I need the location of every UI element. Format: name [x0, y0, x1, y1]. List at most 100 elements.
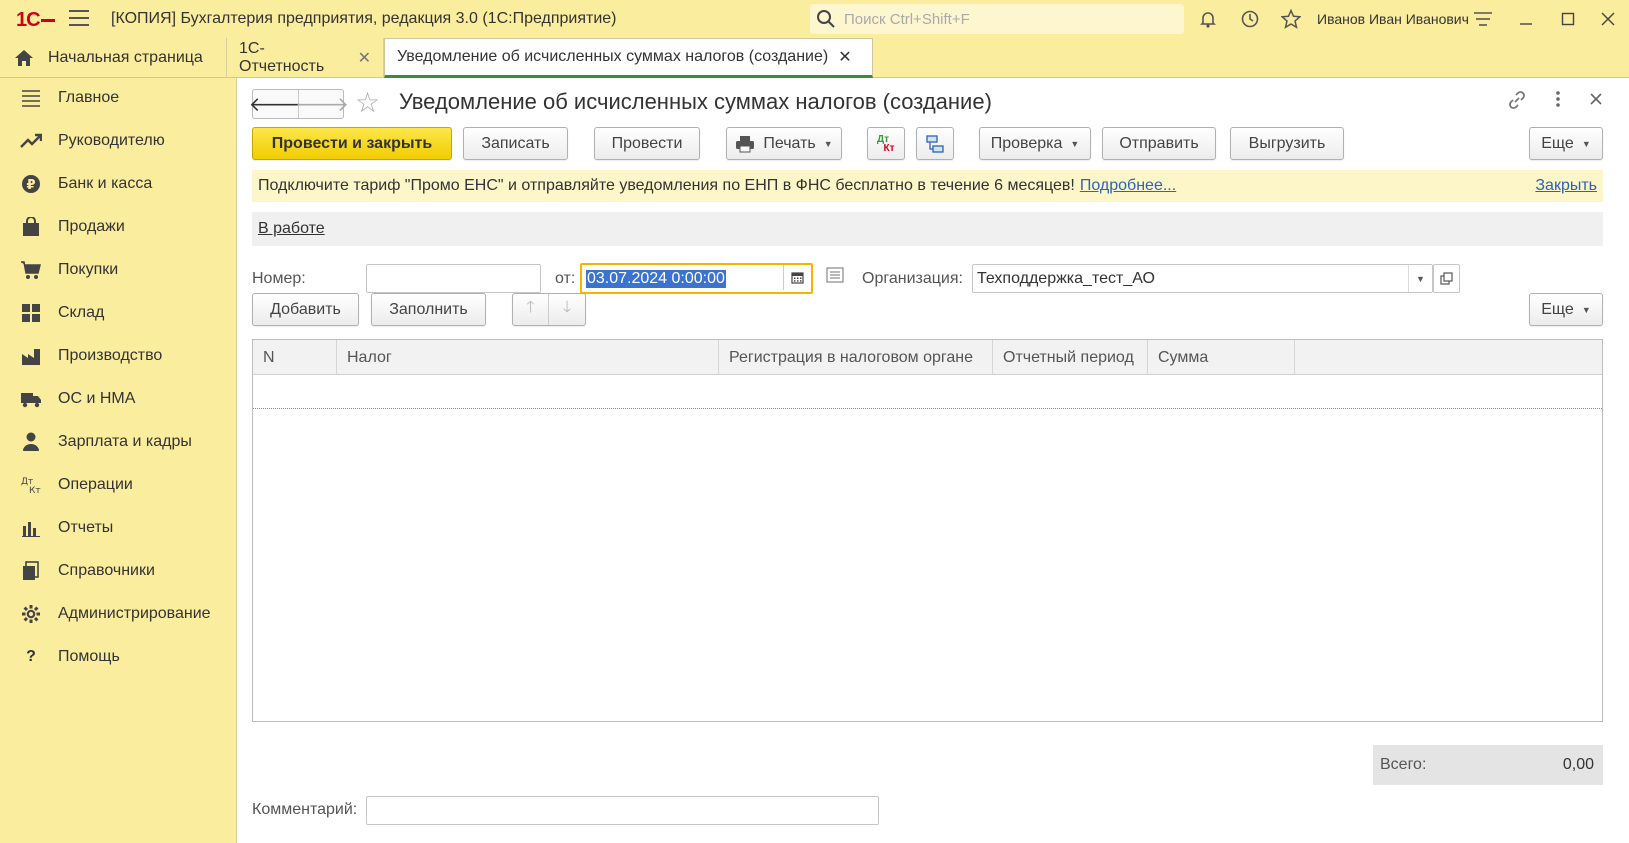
sidebar-item-purchases[interactable]: Покупки — [0, 250, 237, 290]
column-header-sum[interactable]: Сумма — [1148, 340, 1295, 375]
banner-text: Подключите тариф "Промо ЕНС" и отправляй… — [258, 177, 1075, 194]
back-arrow-icon[interactable]: 🡐 — [249, 90, 302, 118]
post-and-close-button[interactable]: Провести и закрыть — [252, 127, 452, 160]
dropdown-arrow-icon: ▼ — [823, 138, 833, 149]
taxes-table[interactable]: N Налог Регистрация в налоговом органе О… — [252, 339, 1603, 722]
factory-icon — [20, 345, 42, 367]
organization-label: Организация: — [862, 270, 963, 287]
status-link[interactable]: В работе — [258, 220, 325, 238]
dropdown-arrow-icon: ▼ — [1581, 304, 1591, 315]
close-form-icon[interactable] — [1589, 90, 1603, 111]
close-tab-icon[interactable]: ✕ — [838, 47, 851, 67]
move-buttons: 🡑 🡓 — [512, 293, 586, 326]
sidebar: Главное Руководителю ₽ Банк и касса Прод… — [0, 78, 237, 843]
sidebar-item-main[interactable]: Главное — [0, 78, 237, 118]
sidebar-item-salary[interactable]: Зарплата и кадры — [0, 422, 237, 462]
organization-field[interactable]: Техподдержка_тест_АО ▼ — [972, 264, 1433, 293]
shopping-bag-icon — [20, 216, 42, 238]
number-field[interactable] — [366, 264, 541, 293]
sidebar-item-operations[interactable]: Дт Кт Операции — [0, 465, 237, 505]
save-button[interactable]: Записать — [463, 127, 568, 160]
cart-icon — [20, 259, 42, 281]
settings-lines-icon[interactable] — [1472, 8, 1494, 30]
close-tab-icon[interactable]: ✕ — [358, 48, 371, 68]
home-icon — [15, 50, 33, 66]
tab-reporting[interactable]: 1С-Отчетность ✕ — [227, 38, 384, 78]
sidebar-item-bank[interactable]: ₽ Банк и касса — [0, 164, 237, 204]
tab-label: 1С-Отчетность — [239, 40, 325, 75]
sidebar-item-label: Справочники — [58, 562, 155, 579]
close-window-icon[interactable] — [1597, 8, 1619, 30]
banner-close-link[interactable]: Закрыть — [1535, 177, 1597, 195]
organization-value: Техподдержка_тест_АО — [977, 269, 1155, 287]
move-down-arrow-icon[interactable]: 🡓 — [549, 294, 585, 325]
bell-icon[interactable] — [1197, 8, 1219, 30]
bar-chart-icon — [20, 517, 42, 539]
date-field[interactable]: 03.07.2024 0:00:00 — [580, 263, 813, 294]
sidebar-item-label: Операции — [58, 476, 133, 493]
nav-buttons: 🡐 🡒 — [249, 89, 349, 119]
sidebar-item-production[interactable]: Производство — [0, 336, 237, 376]
print-button-label: Печать — [763, 134, 816, 152]
export-button[interactable]: Выгрузить — [1230, 127, 1344, 160]
trend-up-icon — [20, 130, 42, 152]
fill-button[interactable]: Заполнить — [371, 293, 486, 326]
send-button[interactable]: Отправить — [1102, 127, 1216, 160]
sidebar-item-label: Отчеты — [58, 519, 114, 536]
sidebar-item-administration[interactable]: Администрирование — [0, 594, 237, 634]
minimize-icon[interactable] — [1515, 8, 1537, 30]
comment-field[interactable] — [366, 796, 879, 825]
sidebar-item-sales[interactable]: Продажи — [0, 207, 237, 247]
user-name[interactable]: Иванов Иван Иванович — [1317, 11, 1469, 27]
search-input[interactable] — [836, 4, 1176, 34]
svg-text:₽: ₽ — [26, 178, 35, 193]
sidebar-item-manager[interactable]: Руководителю — [0, 121, 237, 161]
favorite-star-icon[interactable]: ☆ — [355, 86, 380, 119]
total-value: 0,00 — [1562, 756, 1594, 773]
sidebar-item-warehouse[interactable]: Склад — [0, 293, 237, 333]
banner-more-link[interactable]: Подробнее... — [1080, 177, 1176, 195]
total-box: Всего: 0,00 — [1373, 745, 1603, 785]
link-icon[interactable] — [1507, 90, 1527, 115]
calendar-icon[interactable] — [783, 265, 811, 290]
column-header-period[interactable]: Отчетный период — [993, 340, 1148, 375]
post-button[interactable]: Провести — [594, 127, 700, 160]
sidebar-item-label: Зарплата и кадры — [58, 433, 192, 450]
more-button[interactable]: Еще ▼ — [1529, 127, 1603, 160]
favorites-star-icon[interactable] — [1280, 8, 1302, 30]
dropdown-arrow-icon[interactable]: ▼ — [1408, 265, 1432, 292]
move-up-arrow-icon[interactable]: 🡑 — [513, 294, 550, 325]
table-more-button[interactable]: Еще ▼ — [1529, 293, 1603, 326]
tab-current-document[interactable]: Уведомление об исчисленных суммах налого… — [384, 38, 873, 78]
structure-button[interactable] — [916, 127, 954, 160]
table-row[interactable] — [253, 375, 1602, 409]
hierarchy-icon — [926, 134, 944, 153]
column-header-n[interactable]: N — [253, 340, 337, 375]
status-strip: В работе — [252, 212, 1603, 246]
tab-home[interactable]: Начальная страница — [0, 38, 227, 78]
sidebar-item-reports[interactable]: Отчеты — [0, 508, 237, 548]
list-icon[interactable] — [826, 267, 844, 288]
sidebar-item-fixed-assets[interactable]: ОС и НМА — [0, 379, 237, 419]
check-button[interactable]: Проверка ▼ — [979, 127, 1091, 160]
sidebar-item-references[interactable]: Справочники — [0, 551, 237, 591]
search-box[interactable] — [810, 4, 1184, 34]
more-button-label: Еще — [1541, 134, 1574, 152]
sidebar-item-help[interactable]: ? Помощь — [0, 637, 237, 677]
open-organization-icon[interactable] — [1433, 264, 1460, 293]
print-button[interactable]: Печать ▼ — [726, 127, 842, 160]
date-label: от: — [555, 270, 576, 287]
main-menu-icon[interactable] — [69, 10, 89, 28]
column-header-tax[interactable]: Налог — [337, 340, 719, 375]
document-form: 🡐 🡒 ☆ Уведомление об исчисленных суммах … — [237, 78, 1629, 843]
more-vertical-icon[interactable] — [1555, 90, 1561, 113]
maximize-icon[interactable] — [1557, 8, 1579, 30]
forward-arrow-icon[interactable]: 🡒 — [295, 90, 349, 118]
history-icon[interactable] — [1239, 8, 1261, 30]
column-header-registration[interactable]: Регистрация в налоговом органе — [719, 340, 993, 375]
sidebar-item-label: Продажи — [58, 218, 125, 235]
add-row-button[interactable]: Добавить — [252, 293, 359, 326]
svg-text:Кт: Кт — [29, 486, 41, 495]
dtkt-movements-button[interactable]: Дт Кт — [867, 127, 905, 160]
sidebar-item-label: ОС и НМА — [58, 390, 136, 407]
